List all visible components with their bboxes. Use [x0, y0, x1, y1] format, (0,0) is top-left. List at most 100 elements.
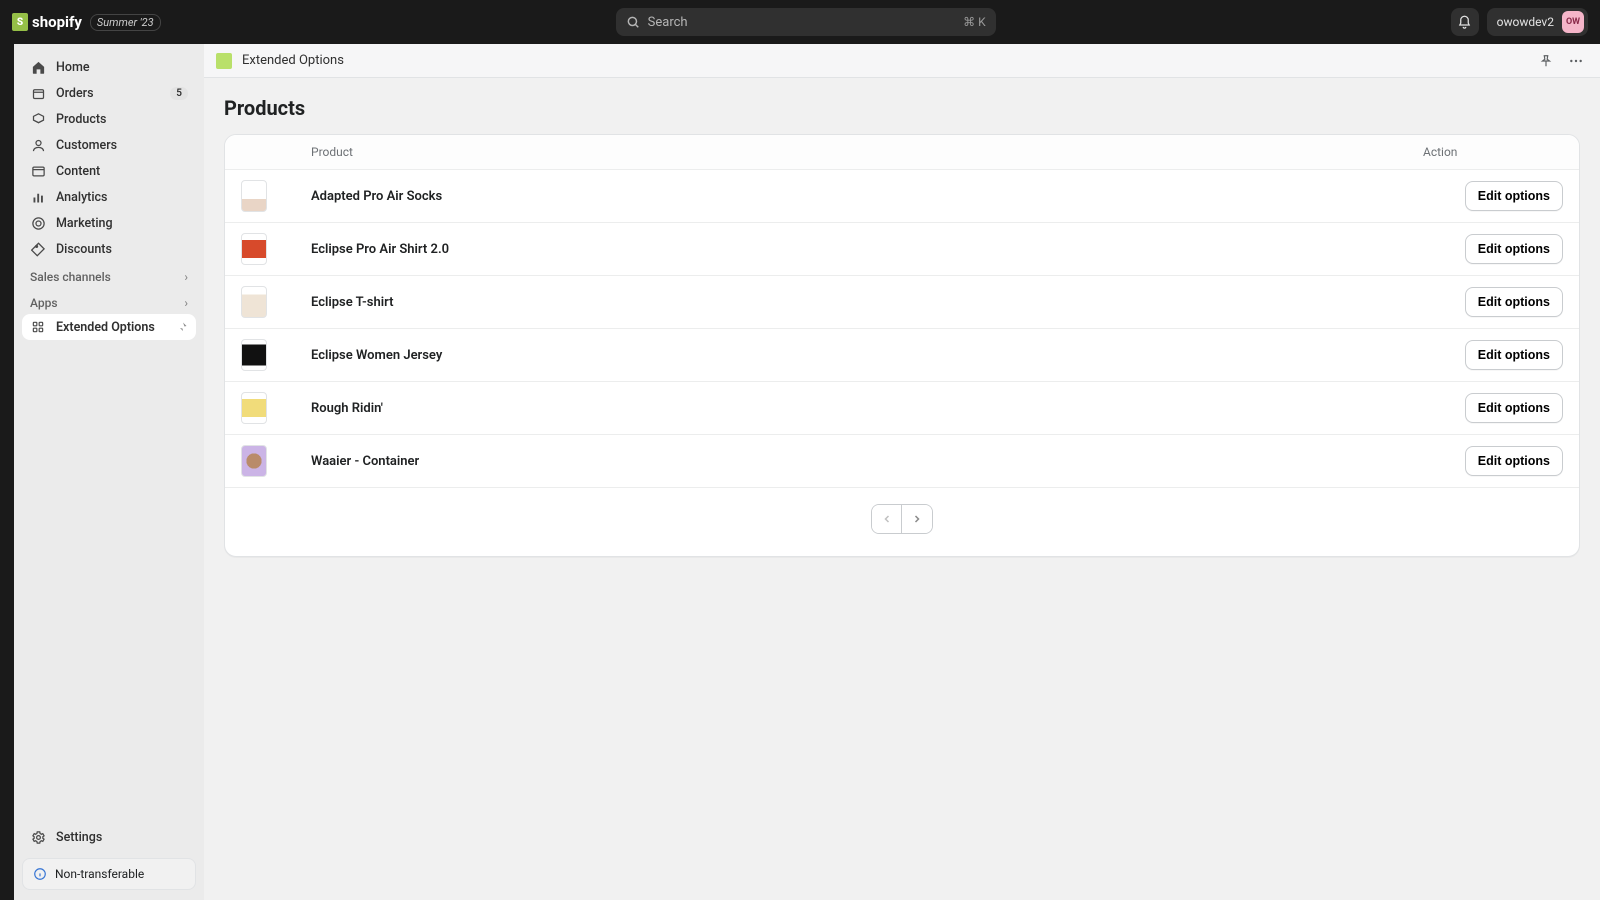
notifications-button[interactable]: [1451, 8, 1479, 36]
search-icon: [626, 15, 640, 29]
product-thumbnail: [241, 445, 267, 477]
sidebar-item-label: Analytics: [56, 190, 108, 205]
chevron-right-icon: ›: [184, 296, 188, 310]
content-icon: [30, 163, 46, 179]
home-icon: [30, 59, 46, 75]
products-table: Product Action Adapted Pro Air Socks Edi…: [224, 134, 1580, 557]
section-label-text: Sales channels: [30, 270, 111, 284]
sidebar-item-label: Marketing: [56, 216, 113, 231]
marketing-icon: [30, 215, 46, 231]
more-actions-button[interactable]: [1564, 49, 1588, 73]
brand: S shopify Summer '23: [12, 13, 161, 31]
edit-options-button[interactable]: Edit options: [1465, 393, 1563, 423]
pin-app-button[interactable]: [1534, 49, 1558, 73]
page-title: Products: [224, 96, 1580, 120]
app-header: Extended Options: [204, 44, 1600, 78]
sidebar-item-extended-options[interactable]: Extended Options: [22, 314, 196, 340]
sidebar-item-discounts[interactable]: Discounts: [22, 236, 196, 262]
search-shortcut: ⌘ K: [963, 15, 986, 29]
main-content: Products Product Action Adapted Pro Air …: [204, 78, 1600, 900]
app-icon: [30, 319, 46, 335]
column-header-product: Product: [311, 145, 1423, 159]
sidebar-item-label: Extended Options: [56, 320, 155, 335]
sidebar-item-label: Orders: [56, 86, 94, 101]
column-header-action: Action: [1423, 145, 1563, 159]
search-input[interactable]: Search ⌘ K: [616, 8, 996, 36]
edit-options-button[interactable]: Edit options: [1465, 340, 1563, 370]
sidebar-item-content[interactable]: Content: [22, 158, 196, 184]
dots-icon: [1568, 53, 1584, 69]
chevron-right-icon: ›: [184, 270, 188, 284]
orders-count-badge: 5: [170, 87, 188, 100]
table-row: Adapted Pro Air Socks Edit options: [225, 170, 1579, 223]
sidebar-item-marketing[interactable]: Marketing: [22, 210, 196, 236]
analytics-icon: [30, 189, 46, 205]
search-placeholder: Search: [648, 15, 688, 30]
sidebar: Home Orders 5 Products Customers Content…: [14, 44, 204, 900]
user-name: owowdev2: [1497, 15, 1554, 29]
bell-icon: [1457, 15, 1472, 30]
product-name: Adapted Pro Air Socks: [311, 189, 1423, 204]
shopify-bag-icon: S: [12, 13, 28, 31]
product-name: Eclipse Pro Air Shirt 2.0: [311, 242, 1423, 257]
next-page-button[interactable]: [902, 505, 932, 533]
products-icon: [30, 111, 46, 127]
table-row: Eclipse T-shirt Edit options: [225, 276, 1579, 329]
chevron-right-icon: [911, 513, 923, 525]
table-row: Waaier - Container Edit options: [225, 435, 1579, 488]
pin-icon: [1539, 54, 1553, 68]
product-name: Eclipse Women Jersey: [311, 348, 1423, 363]
non-transferable-notice[interactable]: Non-transferable: [22, 858, 196, 890]
product-thumbnail: [241, 339, 267, 371]
chevron-left-icon: [881, 513, 893, 525]
sidebar-item-home[interactable]: Home: [22, 54, 196, 80]
topbar: S shopify Summer '23 Search ⌘ K owowdev2…: [0, 0, 1600, 44]
sidebar-item-settings[interactable]: Settings: [22, 824, 196, 850]
topbar-right: owowdev2 OW: [1451, 8, 1588, 36]
info-icon: [33, 867, 47, 881]
product-name: Eclipse T-shirt: [311, 295, 1423, 310]
sidebar-section-apps[interactable]: Apps ›: [22, 288, 196, 314]
sidebar-item-label: Discounts: [56, 242, 112, 257]
gear-icon: [30, 829, 46, 845]
edit-options-button[interactable]: Edit options: [1465, 181, 1563, 211]
customers-icon: [30, 137, 46, 153]
pin-icon: [176, 321, 188, 333]
orders-icon: [30, 85, 46, 101]
sidebar-item-label: Customers: [56, 138, 117, 153]
edit-options-button[interactable]: Edit options: [1465, 234, 1563, 264]
edit-options-button[interactable]: Edit options: [1465, 446, 1563, 476]
left-rail: [0, 44, 14, 900]
app-logo-icon: [216, 53, 232, 69]
table-row: Eclipse Pro Air Shirt 2.0 Edit options: [225, 223, 1579, 276]
section-label-text: Apps: [30, 296, 58, 310]
table-header: Product Action: [225, 135, 1579, 170]
product-name: Rough Ridin': [311, 401, 1423, 416]
pagination: [225, 488, 1579, 556]
sidebar-item-label: Content: [56, 164, 100, 179]
product-thumbnail: [241, 233, 267, 265]
sidebar-item-label: Products: [56, 112, 106, 127]
product-thumbnail: [241, 392, 267, 424]
user-menu[interactable]: owowdev2 OW: [1487, 8, 1588, 36]
product-thumbnail: [241, 180, 267, 212]
brand-logo[interactable]: S shopify: [12, 13, 82, 31]
product-name: Waaier - Container: [311, 454, 1423, 469]
edition-badge: Summer '23: [90, 14, 161, 31]
sidebar-item-analytics[interactable]: Analytics: [22, 184, 196, 210]
product-thumbnail: [241, 286, 267, 318]
app-title: Extended Options: [242, 53, 344, 68]
sidebar-item-orders[interactable]: Orders 5: [22, 80, 196, 106]
sidebar-item-products[interactable]: Products: [22, 106, 196, 132]
brand-name: shopify: [32, 13, 82, 31]
sidebar-item-customers[interactable]: Customers: [22, 132, 196, 158]
avatar: OW: [1562, 11, 1584, 33]
sidebar-item-label: Settings: [56, 830, 102, 845]
discounts-icon: [30, 241, 46, 257]
table-row: Eclipse Women Jersey Edit options: [225, 329, 1579, 382]
sidebar-item-label: Home: [56, 60, 90, 75]
sidebar-section-sales-channels[interactable]: Sales channels ›: [22, 262, 196, 288]
edit-options-button[interactable]: Edit options: [1465, 287, 1563, 317]
non-transferable-label: Non-transferable: [55, 867, 144, 881]
prev-page-button[interactable]: [872, 505, 902, 533]
